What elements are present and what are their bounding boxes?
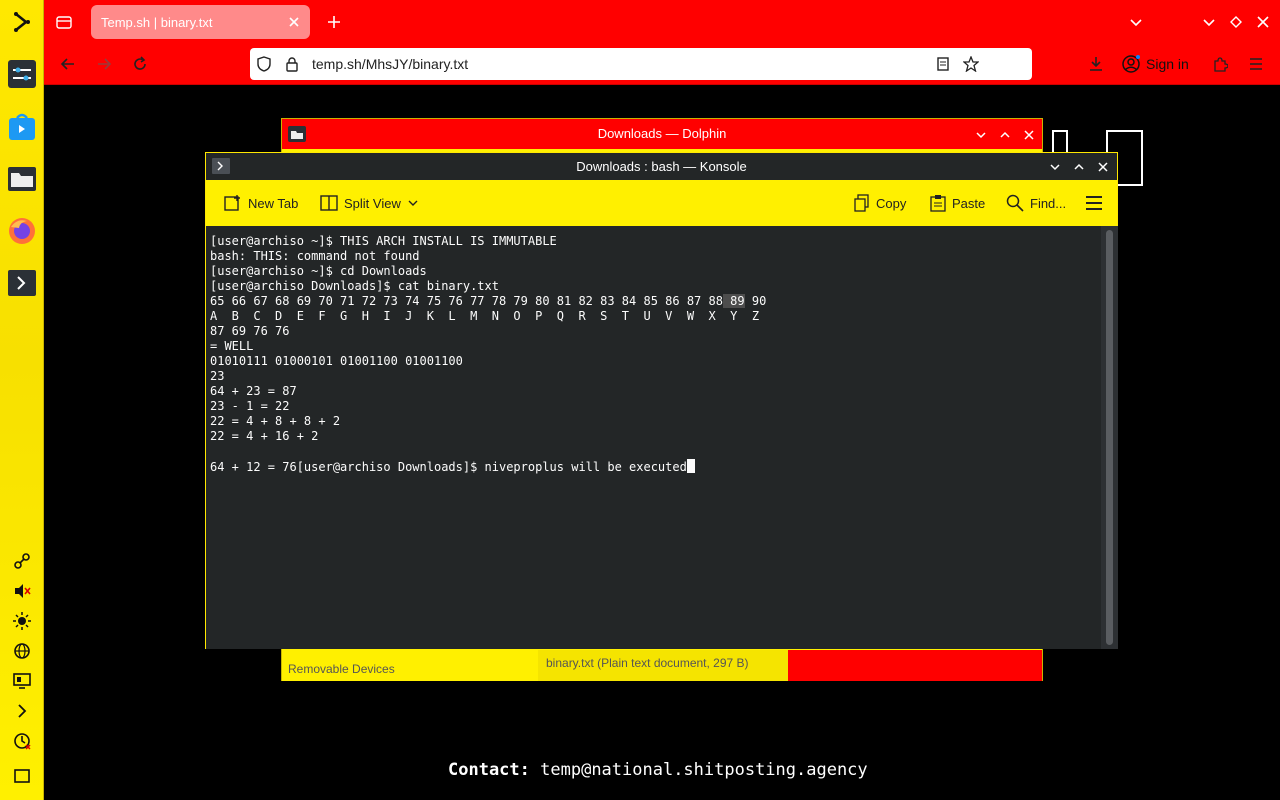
display-configuration-icon[interactable] [11, 670, 33, 692]
konsole-icon[interactable] [6, 267, 38, 299]
dolphin-title: Downloads — Dolphin [597, 126, 727, 141]
file-status-text: binary.txt (Plain text document, 297 B) [538, 650, 788, 681]
konsole-minimize-icon[interactable] [1044, 153, 1066, 180]
find-label: Find... [1030, 195, 1067, 211]
network-icon[interactable] [11, 550, 33, 572]
browser-navigation-bar: temp.sh/MhsJY/binary.txt Sign in [44, 44, 1280, 85]
firefox-icon[interactable] [6, 215, 38, 247]
clock-icon[interactable] [11, 730, 33, 752]
account-icon [1122, 55, 1140, 73]
bookmark-star-icon[interactable] [959, 52, 983, 76]
browser-tab-bar: Temp.sh | binary.txt [44, 0, 1280, 44]
copy-label: Copy [876, 195, 907, 211]
paste-label: Paste [952, 195, 986, 211]
new-tab-icon [224, 194, 242, 212]
terminal-line: 23 [210, 369, 225, 383]
konsole-title: Downloads : bash — Konsole [576, 159, 747, 174]
sign-in-button[interactable]: Sign in [1122, 52, 1189, 76]
new-tab-label: New Tab [248, 195, 299, 211]
reload-icon[interactable] [128, 52, 152, 76]
split-view-icon [320, 194, 338, 212]
terminal-line-numbers: 65 66 67 68 69 70 71 72 73 74 75 76 77 7… [210, 294, 767, 308]
app-menu-icon[interactable] [1244, 52, 1268, 76]
scrollbar-thumb[interactable] [1106, 230, 1113, 645]
downloads-icon[interactable] [1084, 52, 1108, 76]
copy-icon [854, 194, 870, 212]
dolphin-file-manager-icon[interactable] [6, 163, 38, 195]
expand-tray-icon[interactable] [11, 700, 33, 722]
terminal-output[interactable]: [user@archiso ~]$ THIS ARCH INSTALL IS I… [206, 226, 1101, 649]
dolphin-close-icon[interactable] [1018, 121, 1040, 148]
show-desktop-icon[interactable] [11, 765, 33, 787]
text-cursor [686, 459, 695, 473]
dolphin-titlebar[interactable]: Downloads — Dolphin [282, 119, 1042, 149]
sign-in-label: Sign in [1146, 56, 1189, 72]
konsole-titlebar[interactable]: Downloads : bash — Konsole [206, 153, 1117, 180]
close-browser-icon[interactable] [1251, 10, 1275, 34]
terminal-line: [user@archiso Downloads]$ cat binary.txt [210, 279, 499, 293]
terminal-line: bash: THIS: command not found [210, 249, 420, 263]
tab-overview-icon[interactable] [52, 10, 76, 34]
hamburger-menu-button[interactable] [1085, 192, 1103, 214]
terminal-line: A B C D E F G H I J K L M N O P Q R S T … [210, 309, 760, 323]
terminal-line: 22 = 4 + 16 + 2 [210, 429, 319, 443]
chevron-down-icon[interactable] [407, 197, 419, 209]
browser-tab-active[interactable]: Temp.sh | binary.txt [91, 5, 310, 39]
konsole-window: Downloads : bash — Konsole New Tab Split… [205, 152, 1118, 649]
selection-highlight: 89 [722, 294, 745, 308]
reader-view-icon[interactable] [931, 52, 955, 76]
hamburger-menu-icon [1085, 194, 1103, 212]
taskbar [0, 0, 44, 800]
url-bar[interactable]: temp.sh/MhsJY/binary.txt [250, 48, 1032, 80]
minimize-browser-icon[interactable] [1197, 10, 1221, 34]
extensions-icon[interactable] [1208, 52, 1232, 76]
dolphin-maximize-icon[interactable] [994, 121, 1016, 148]
contact-label: Contact: [448, 760, 530, 780]
terminal-prompt-line: 64 + 12 = 76[user@archiso Downloads]$ ni… [210, 460, 687, 474]
dolphin-statusbar: Removable Devices binary.txt (Plain text… [282, 650, 1042, 681]
find-button[interactable]: Find... [1006, 192, 1066, 214]
terminal-line: [user@archiso ~]$ cd Downloads [210, 264, 427, 278]
secure-lock-icon[interactable] [280, 52, 304, 76]
copy-button[interactable]: Copy [854, 192, 906, 214]
paste-icon [930, 194, 946, 212]
back-icon[interactable] [56, 52, 80, 76]
terminal-line: 23 - 1 = 22 [210, 399, 290, 413]
terminal-line: [user@archiso ~]$ THIS ARCH INSTALL IS I… [210, 234, 557, 248]
konsole-toolbar: New Tab Split View Copy Paste Find... [206, 180, 1117, 226]
terminal-line: 87 69 76 76 [210, 324, 290, 338]
brightness-icon[interactable] [11, 610, 33, 632]
volume-muted-icon[interactable] [11, 580, 33, 602]
terminal-line: 64 + 23 = 87 [210, 384, 297, 398]
globe-network-icon[interactable] [11, 640, 33, 662]
url-text[interactable]: temp.sh/MhsJY/binary.txt [312, 56, 468, 72]
site-info-shield-icon[interactable] [252, 52, 276, 76]
konsole-close-icon[interactable] [1092, 153, 1114, 180]
browser-tab-title: Temp.sh | binary.txt [101, 14, 213, 30]
forward-icon[interactable] [92, 52, 116, 76]
app-launcher-icon[interactable] [6, 6, 38, 38]
split-view-button[interactable]: Split View [320, 192, 419, 214]
status-filler [788, 650, 1042, 681]
terminal-line: 22 = 4 + 8 + 8 + 2 [210, 414, 341, 428]
places-section-removable-devices[interactable]: Removable Devices [282, 650, 538, 681]
system-settings-icon[interactable] [6, 58, 38, 90]
discover-store-icon[interactable] [6, 111, 38, 143]
close-tab-icon[interactable] [288, 16, 300, 28]
dolphin-minimize-icon[interactable] [970, 121, 992, 148]
terminal-text: [user@archiso ~]$ THIS ARCH INSTALL IS I… [210, 234, 1097, 475]
terminal-line: = WELL [210, 339, 254, 353]
maximize-browser-icon[interactable] [1224, 10, 1248, 34]
terminal-scrollbar[interactable] [1101, 226, 1118, 649]
terminal-line: 01010111 01000101 01001100 01001100 [210, 354, 463, 368]
split-view-label: Split View [344, 195, 401, 211]
search-icon [1006, 194, 1024, 212]
contact-email[interactable]: temp@national.shitposting.agency [540, 760, 868, 780]
new-tab-icon[interactable] [322, 10, 346, 34]
paste-button[interactable]: Paste [930, 192, 985, 214]
contact-line: Contact: temp@national.shitposting.agenc… [448, 760, 868, 780]
list-tabs-icon[interactable] [1124, 10, 1148, 34]
konsole-maximize-icon[interactable] [1068, 153, 1090, 180]
new-tab-button[interactable]: New Tab [224, 192, 298, 214]
